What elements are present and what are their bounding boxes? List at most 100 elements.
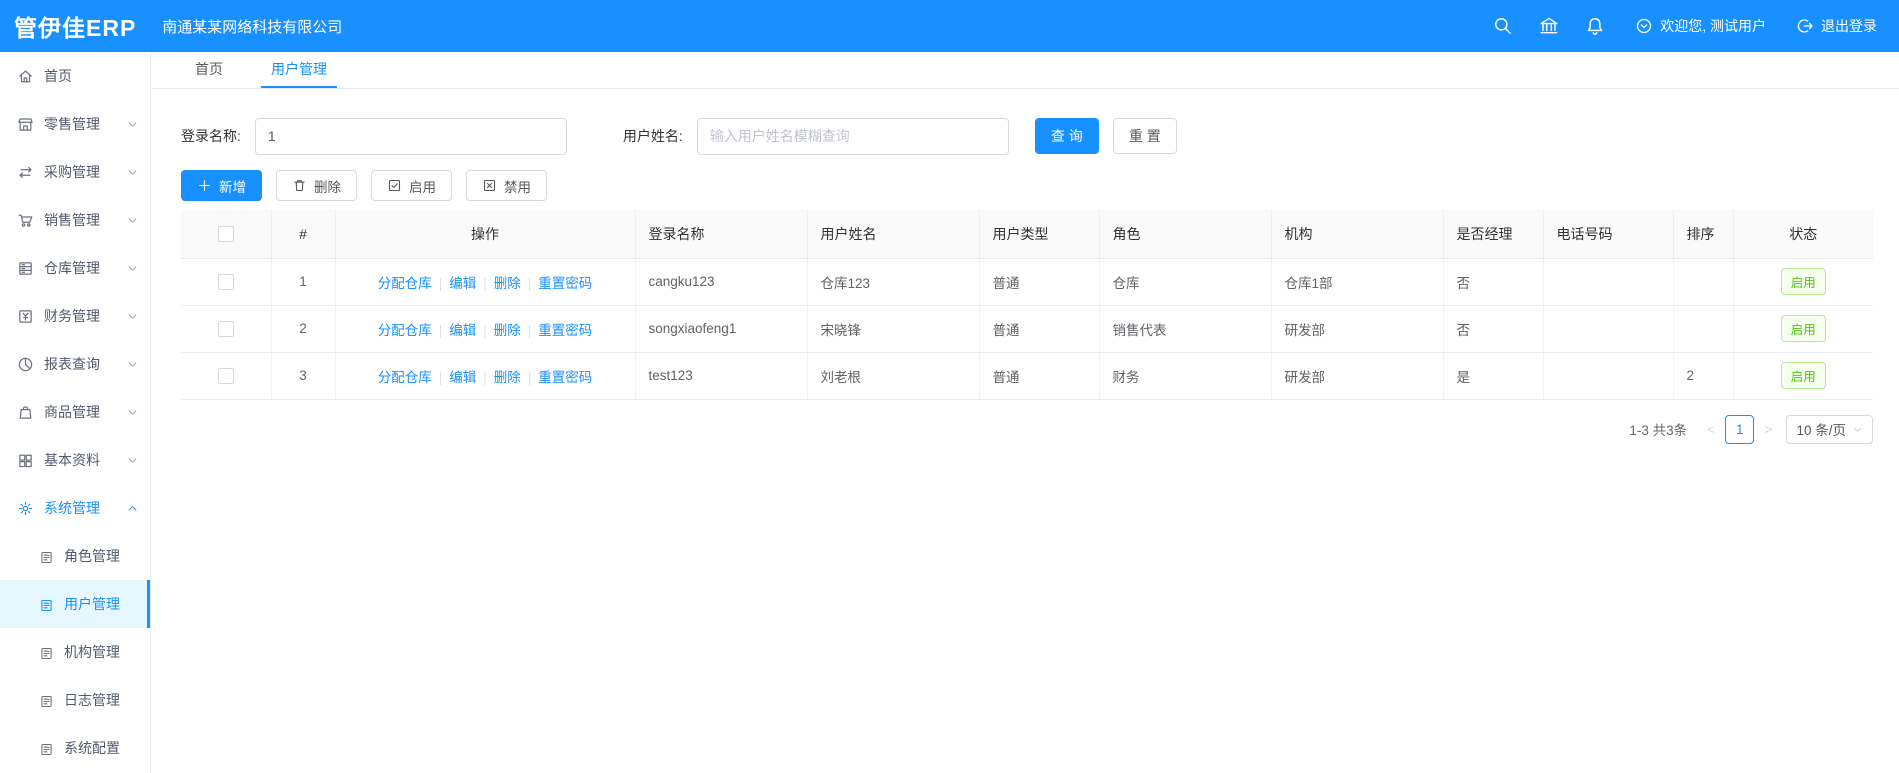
column-header-8: 是否经理 xyxy=(1443,210,1544,259)
table-row: 1 分配仓库 | 编辑 | 删除 | 重置密码 cangku123 仓库123 普通 仓库 仓库1部否 启… xyxy=(181,258,1873,306)
op-删除[interactable]: 删除 xyxy=(494,323,521,338)
user-name-label: 用户姓名: xyxy=(622,128,683,144)
op-separator: | xyxy=(438,275,443,291)
report-icon xyxy=(17,356,34,373)
sidebar-item-15[interactable]: 系统配置 xyxy=(0,724,150,772)
column-header-2: 操作 xyxy=(335,210,636,259)
chevron-down-icon xyxy=(127,311,138,322)
op-分配仓库[interactable]: 分配仓库 xyxy=(378,276,432,291)
op-重置密码[interactable]: 重置密码 xyxy=(538,370,592,385)
cell-status: 启用 xyxy=(1733,305,1873,353)
doc-icon xyxy=(39,693,54,708)
prev-page-button[interactable]: < xyxy=(1701,421,1721,437)
page-size-select[interactable]: 10 条/页 xyxy=(1786,414,1873,444)
delete-button[interactable]: 删除 xyxy=(276,170,357,201)
op-separator: | xyxy=(527,369,532,385)
sidebar-item-1[interactable]: 首页 xyxy=(0,52,150,100)
pagination: 1-3 共3条 < 1 > 10 条/页 xyxy=(181,414,1873,444)
op-重置密码[interactable]: 重置密码 xyxy=(538,323,592,338)
content: 登录名称: 用户姓名: 查 询 重 置 新增 删除 启用 禁用 xyxy=(151,89,1899,444)
sidebar-item-9[interactable]: 基本资料 xyxy=(0,436,150,484)
op-分配仓库[interactable]: 分配仓库 xyxy=(378,370,432,385)
tab-1[interactable]: 首页 xyxy=(185,52,233,88)
bank-icon[interactable] xyxy=(1539,16,1559,36)
user-menu[interactable]: 欢迎您, 测试用户 xyxy=(1635,16,1766,36)
user-name-input[interactable] xyxy=(696,117,1009,155)
cell-org: 仓库1部 xyxy=(1271,258,1444,306)
row-checkbox[interactable] xyxy=(217,320,234,337)
home-icon xyxy=(17,68,34,85)
login-name-input[interactable] xyxy=(254,117,567,155)
add-button[interactable]: 新增 xyxy=(181,170,262,201)
cell-user-type: 普通 xyxy=(979,352,1100,400)
query-button[interactable]: 查 询 xyxy=(1034,118,1099,154)
sidebar-item-label: 系统配置 xyxy=(64,740,120,756)
sidebar-item-7[interactable]: 报表查询 xyxy=(0,340,150,388)
table-body: 1 分配仓库 | 编辑 | 删除 | 重置密码 cangku123 仓库123 普通 仓库 仓库1部否启… xyxy=(181,258,1873,400)
sidebar-item-11[interactable]: 角色管理 xyxy=(0,532,150,580)
op-编辑[interactable]: 编辑 xyxy=(449,370,476,385)
row-index: 3 xyxy=(271,352,336,400)
tab-2[interactable]: 用户管理 xyxy=(261,52,337,88)
welcome-text: 欢迎您, 测试用户 xyxy=(1660,18,1766,34)
op-separator: | xyxy=(483,369,487,385)
sidebar-item-10[interactable]: 系统管理 xyxy=(0,484,150,532)
op-编辑[interactable]: 编辑 xyxy=(449,323,476,338)
sidebar-item-13[interactable]: 机构管理 xyxy=(0,628,150,676)
doc-icon xyxy=(39,645,54,660)
op-重置密码[interactable]: 重置密码 xyxy=(538,276,592,291)
goods-icon xyxy=(17,404,34,421)
row-checkbox[interactable] xyxy=(217,367,234,384)
op-删除[interactable]: 删除 xyxy=(494,370,521,385)
sidebar-item-12[interactable]: 用户管理 xyxy=(0,580,150,628)
current-page-button[interactable]: 1 xyxy=(1725,414,1755,444)
gear-icon xyxy=(17,500,34,517)
exchange-icon xyxy=(17,164,34,181)
sidebar-item-5[interactable]: 仓库管理 xyxy=(0,244,150,292)
topbar: 管伊佳ERP 南通某某网络科技有限公司 欢迎您, 测试用户 退出登录 xyxy=(0,0,1899,52)
add-label: 新增 xyxy=(219,179,246,195)
cell-org: 研发部 xyxy=(1271,352,1444,400)
op-删除[interactable]: 删除 xyxy=(494,276,521,291)
enable-label: 启用 xyxy=(409,179,436,195)
cell-phone xyxy=(1543,352,1674,400)
sidebar-item-label: 基本资料 xyxy=(44,452,100,468)
select-all-checkbox[interactable] xyxy=(217,226,234,243)
finance-icon xyxy=(17,308,34,325)
row-index: 2 xyxy=(271,305,336,353)
op-编辑[interactable]: 编辑 xyxy=(449,276,476,291)
sidebar-item-label: 报表查询 xyxy=(44,356,100,372)
x-square-icon xyxy=(482,178,497,193)
logout-button[interactable]: 退出登录 xyxy=(1796,16,1877,36)
topbar-actions: 欢迎您, 测试用户 退出登录 xyxy=(1467,16,1899,36)
column-header-1: # xyxy=(271,210,336,259)
sidebar-item-2[interactable]: 零售管理 xyxy=(0,100,150,148)
pagination-total: 1-3 共3条 xyxy=(1629,423,1688,438)
sidebar-item-6[interactable]: 财务管理 xyxy=(0,292,150,340)
op-分配仓库[interactable]: 分配仓库 xyxy=(378,323,432,338)
sidebar-item-label: 仓库管理 xyxy=(44,260,100,276)
plus-icon xyxy=(197,178,212,193)
op-separator: | xyxy=(483,322,487,338)
sidebar-item-3[interactable]: 采购管理 xyxy=(0,148,150,196)
search-icon[interactable] xyxy=(1493,16,1513,36)
column-header-6: 角色 xyxy=(1099,210,1272,259)
enable-button[interactable]: 启用 xyxy=(371,170,452,201)
op-separator: | xyxy=(438,322,443,338)
sidebar-item-8[interactable]: 商品管理 xyxy=(0,388,150,436)
sidebar-item-4[interactable]: 销售管理 xyxy=(0,196,150,244)
warehouse-icon xyxy=(17,260,34,277)
main-area: 首页用户管理 登录名称: 用户姓名: 查 询 重 置 新增 删除 启用 xyxy=(151,52,1899,773)
reset-button[interactable]: 重 置 xyxy=(1112,118,1177,154)
next-page-button[interactable]: > xyxy=(1758,421,1778,437)
cell-login-name: cangku123 xyxy=(635,258,808,306)
sidebar-item-label: 首页 xyxy=(44,68,72,84)
chevron-down-icon xyxy=(1852,424,1863,435)
cell-is-manager: 是 xyxy=(1443,352,1544,400)
bell-icon[interactable] xyxy=(1585,16,1605,36)
row-index: 1 xyxy=(271,258,336,306)
sidebar-item-14[interactable]: 日志管理 xyxy=(0,676,150,724)
cell-user-name: 宋晓锋 xyxy=(807,305,980,353)
row-checkbox[interactable] xyxy=(217,273,234,290)
disable-button[interactable]: 禁用 xyxy=(466,170,547,201)
